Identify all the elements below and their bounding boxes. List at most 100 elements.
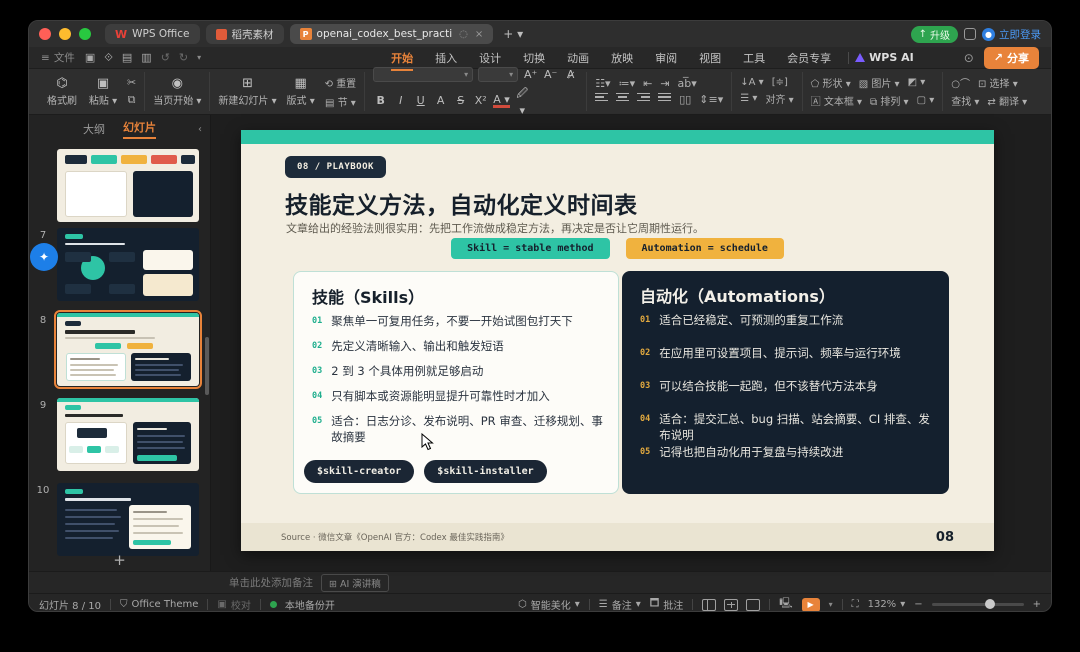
add-slide-button[interactable]: + [29,551,210,569]
autofit-icon[interactable]: [≑] [772,77,788,88]
slide-title[interactable]: 技能定义方法，自动化定义时间表 [285,186,638,220]
zoom-window-button[interactable] [79,28,91,40]
copy-icon[interactable]: ⧉ [128,93,136,107]
slide-thumbnail-9[interactable]: 9 [29,398,204,471]
menu-view[interactable]: 视图 [688,47,732,69]
format-painter-button[interactable]: ⌬ 格式刷 [45,77,79,107]
font-color-button[interactable]: A ▾ [493,94,510,108]
quickbar-dropdown-icon[interactable]: ▾ [197,53,201,62]
menu-insert[interactable]: 插入 [424,47,468,69]
select-button[interactable]: ⊡ 选择 ▾ [978,75,1018,90]
zoom-out-button[interactable]: − [914,599,922,610]
font-name-select[interactable]: ▾ [373,66,474,82]
new-slide-button[interactable]: ⊞ 新建幻灯片 ▾ [218,77,276,107]
align-objects-button[interactable]: 对齐 ▾ [765,91,793,106]
new-tab-button[interactable]: + ▾ [503,27,523,41]
presenter-view-icon[interactable]: 🖳 [779,596,792,611]
highlight-color-button[interactable]: 🖉▾ [515,85,530,117]
file-menu[interactable]: ≡ 文件 [41,50,75,65]
menu-membership[interactable]: 会员专享 [776,47,842,69]
bold-button[interactable]: B [373,94,388,107]
minimize-window-button[interactable] [59,28,71,40]
paste-button[interactable]: ▣ 粘贴 ▾ [86,77,120,107]
shapes-button[interactable]: ⬠ 形状 ▾ [811,75,851,90]
clear-format-icon[interactable]: A̷ [563,68,578,81]
text-vertical-icon[interactable]: ↓A ▾ [740,77,763,88]
close-window-button[interactable] [39,28,51,40]
save-icon[interactable]: ▣ [85,51,95,64]
reading-view-icon[interactable] [746,598,761,611]
comments-button[interactable]: 🗖 批注 [650,596,684,611]
bullet-list-icon[interactable]: ☷▾ [595,77,610,90]
zoom-in-button[interactable]: + [1033,599,1041,610]
collapse-sidebar-icon[interactable]: ‹ [198,124,202,135]
sidebar-scrollbar[interactable] [205,337,209,395]
text-direction-icon[interactable]: ab̅▾ [678,77,697,90]
section-button[interactable]: ▤ 节 ▾ [325,94,356,109]
slide-thumbnail-10[interactable]: 10 [29,483,204,556]
play-options-icon[interactable]: ▾ [829,600,833,609]
print-preview-icon[interactable]: ▥ [141,51,151,64]
slide-subtitle[interactable]: 文章给出的经验法则很实用：先把工作流做成稳定方法，再决定是否让它周期性运行。 [286,220,704,236]
menu-animation[interactable]: 动画 [556,47,600,69]
automation-pill[interactable]: Automation = schedule [625,238,784,259]
font-size-select[interactable]: ▾ [478,66,519,82]
align-center-icon[interactable] [616,93,630,106]
increase-font-icon[interactable]: A⁺ [523,68,538,81]
align-right-icon[interactable] [637,93,651,106]
tab-docer-material[interactable]: 稻壳素材 [205,24,284,44]
menu-review[interactable]: 审阅 [644,47,688,69]
tab-wps-office[interactable]: W WPS Office [105,24,200,44]
notes-bar[interactable]: 单击此处添加备注 ⊞ AI 演讲稿 [29,571,1051,593]
zoom-slider-handle[interactable] [984,599,995,609]
notes-placeholder[interactable]: 单击此处添加备注 [229,575,313,590]
zoom-level[interactable]: 132% ▾ [868,599,906,610]
upgrade-button[interactable]: ↑ 升级 [910,25,958,43]
slide-8[interactable]: 08 / PLAYBOOK 技能定义方法，自动化定义时间表 文章给出的经验法则很… [241,130,994,551]
skill-pill[interactable]: Skill = stable method [451,238,610,259]
print-icon[interactable]: ▤ [122,51,132,64]
strikethrough-button[interactable]: S [453,94,468,107]
decrease-indent-icon[interactable]: ⇤ [643,77,652,90]
tab-current-document[interactable]: P openai_codex_best_practi ◌ × [289,24,494,44]
justify-icon[interactable] [658,93,672,106]
decrease-font-icon[interactable]: A⁻ [543,68,558,81]
columns-icon[interactable]: ▯▯ [679,93,691,106]
search-icon[interactable]: ○⌒ [951,75,970,90]
reset-button[interactable]: ⟲ 重置 [325,75,357,90]
export-icon[interactable]: ⟐ [104,51,113,65]
arrange-button[interactable]: ⧉ 排列 ▾ [870,93,909,108]
theme-button[interactable]: ⛉ Office Theme [120,599,198,610]
line-spacing-icon[interactable]: ⇕≡▾ [699,93,723,106]
layout-button[interactable]: ▦ 版式 ▾ [284,77,318,107]
underline-button[interactable]: U [413,94,428,107]
menu-transition[interactable]: 切换 [512,47,556,69]
find-button[interactable]: 查找 ▾ [951,93,979,108]
slide-sorter-view-icon[interactable] [724,598,739,611]
local-backup-status[interactable]: 本地备份开 [269,597,335,611]
undo-icon[interactable]: ↺ [161,51,170,64]
slide-badge[interactable]: 08 / PLAYBOOK [285,156,386,178]
align-left-icon[interactable] [595,93,609,106]
char-spacing-button[interactable]: A [433,94,448,107]
tab-slides[interactable]: 幻灯片 [123,119,156,139]
close-tab-icon[interactable]: × [475,29,483,40]
redo-icon[interactable]: ↻ [179,51,188,64]
menu-slideshow[interactable]: 放映 [600,47,644,69]
normal-view-icon[interactable] [702,598,717,611]
upload-cloud-icon[interactable]: ⊙ [964,51,974,65]
play-from-current-button[interactable]: ◉ 当页开始 ▾ [153,77,201,107]
layout-toggle-icon[interactable] [964,28,976,40]
superscript-button[interactable]: X² [473,94,488,107]
menu-tools[interactable]: 工具 [732,47,776,69]
italic-button[interactable]: I [393,94,408,107]
fit-slide-icon[interactable]: ⛶ [852,599,859,610]
tab-outline[interactable]: 大纲 [83,121,105,137]
zoom-slider[interactable] [931,599,1024,609]
increase-indent-icon[interactable]: ⇥ [660,77,669,90]
translate-button[interactable]: ⇄ 翻译 ▾ [987,93,1027,108]
ai-speech-button[interactable]: ⊞ AI 演讲稿 [321,573,389,592]
share-button[interactable]: ↗ 分享 [983,46,1039,69]
login-button[interactable]: ● 立即登录 [982,27,1041,42]
ai-assistant-button[interactable]: ✦ [30,243,58,271]
